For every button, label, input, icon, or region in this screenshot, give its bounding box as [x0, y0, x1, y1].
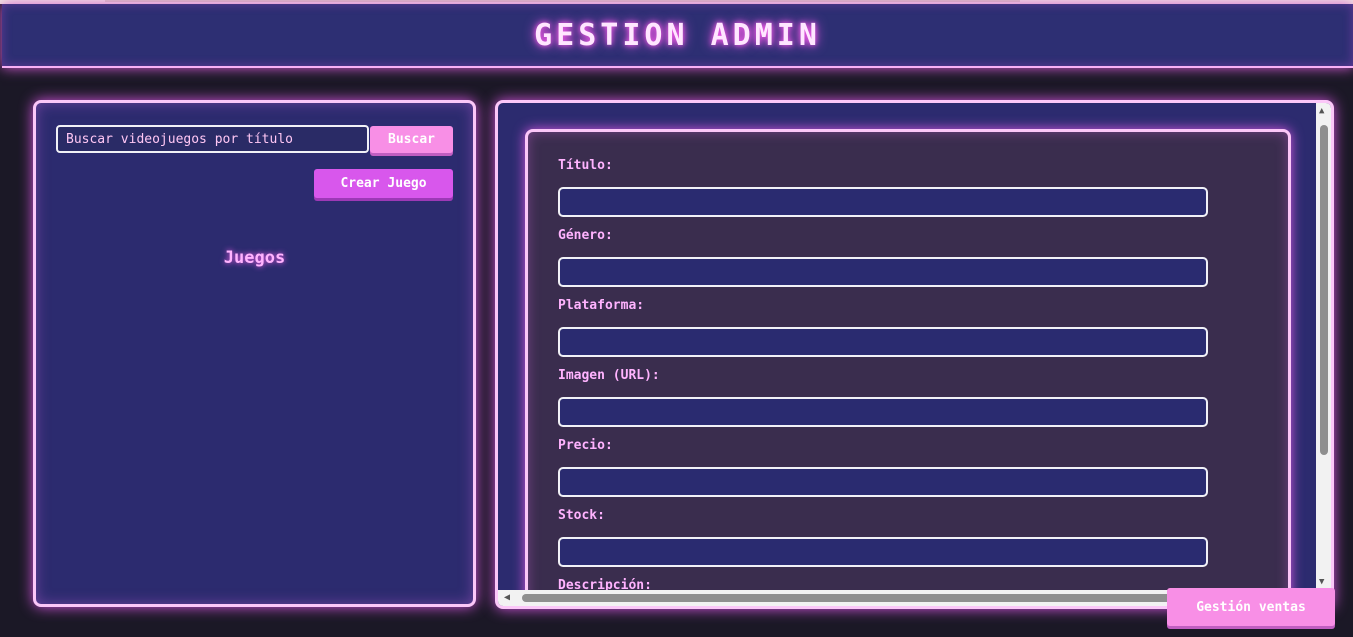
top-strip-bar — [105, 0, 1020, 2]
search-button[interactable]: Buscar — [370, 126, 453, 153]
stock-label: Stock: — [558, 508, 605, 523]
price-field[interactable] — [558, 467, 1208, 497]
genre-label: Género: — [558, 228, 613, 243]
stock-field[interactable] — [558, 537, 1208, 567]
vertical-scroll-thumb[interactable] — [1320, 125, 1328, 455]
title-field[interactable] — [558, 187, 1208, 217]
page-title: GESTION ADMIN — [534, 17, 821, 53]
genre-field[interactable] — [558, 257, 1208, 287]
search-input[interactable] — [56, 125, 369, 153]
platform-field[interactable] — [558, 327, 1208, 357]
game-form-panel: Título: Género: Plataforma: Imagen (URL)… — [495, 100, 1334, 609]
image-url-field[interactable] — [558, 397, 1208, 427]
image-url-label: Imagen (URL): — [558, 368, 660, 383]
price-label: Precio: — [558, 438, 613, 453]
game-form: Título: Género: Plataforma: Imagen (URL)… — [525, 129, 1291, 606]
vertical-scrollbar[interactable]: ▲ ▼ — [1316, 103, 1331, 590]
title-label: Título: — [558, 158, 613, 173]
platform-label: Plataforma: — [558, 298, 645, 313]
sales-management-button[interactable]: Gestión ventas — [1167, 588, 1335, 626]
scroll-down-icon[interactable]: ▼ — [1319, 577, 1324, 587]
games-list-heading: Juegos — [223, 248, 286, 268]
page-header: GESTION ADMIN — [2, 4, 1353, 68]
create-game-button[interactable]: Crear Juego — [314, 169, 453, 198]
games-sidebar: Buscar Crear Juego Juegos — [33, 100, 476, 607]
scroll-up-icon[interactable]: ▲ — [1319, 106, 1324, 116]
scroll-left-icon[interactable]: ◀ — [504, 592, 510, 603]
